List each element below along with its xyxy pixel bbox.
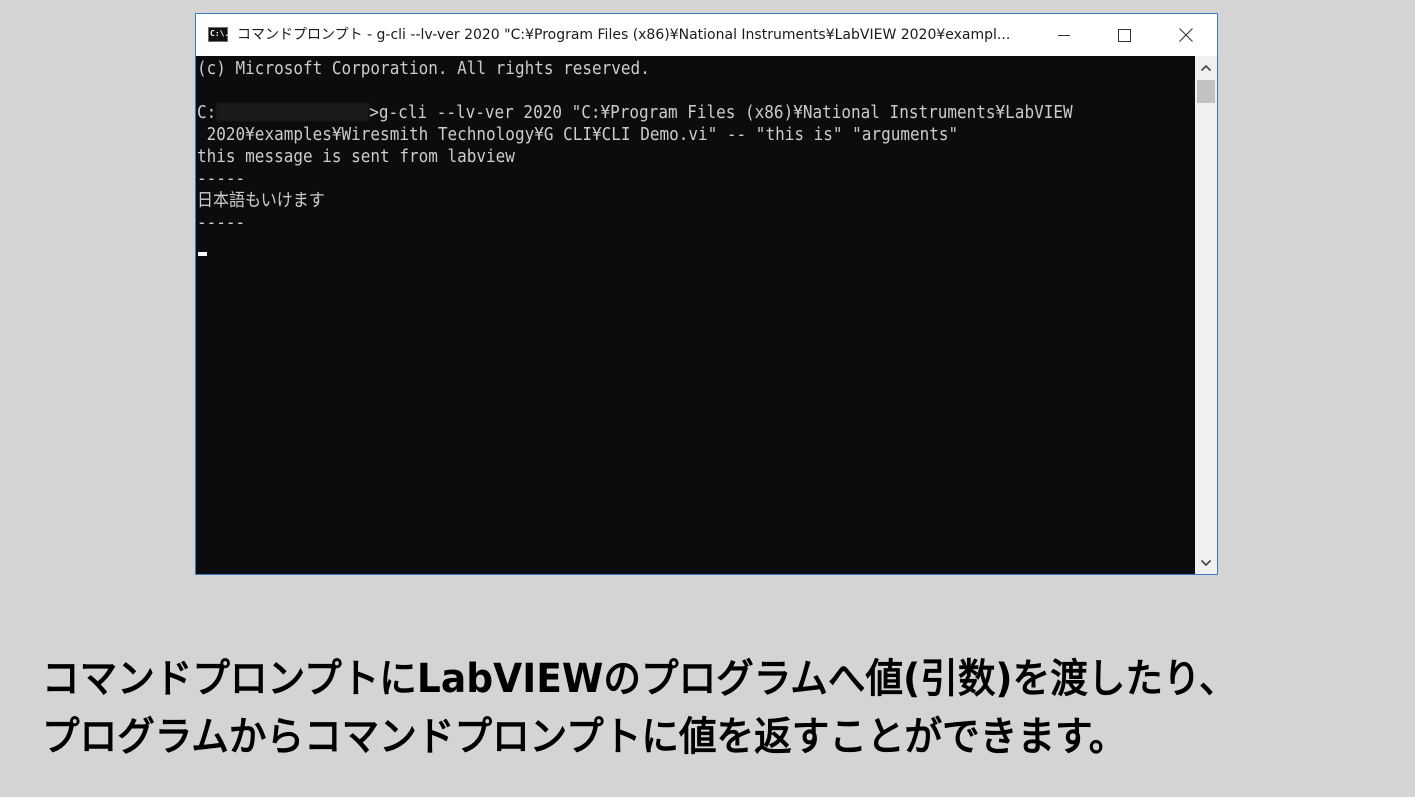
console-line-separator: ----- bbox=[197, 168, 246, 189]
close-icon bbox=[1179, 28, 1193, 42]
command-text: >g-cli --lv-ver 2020 "C:¥Program Files (… bbox=[369, 102, 1073, 123]
console-line-command: C: >g-cli --lv-ver 2020 "C:¥Program Files… bbox=[197, 102, 1073, 124]
caption-line-1: コマンドプロンプトにLabVIEWのプログラムへ値(引数)を渡したり、 bbox=[42, 656, 1237, 702]
console-line-copyright: (c) Microsoft Corporation. All rights re… bbox=[197, 58, 650, 79]
minimize-button[interactable] bbox=[1041, 14, 1087, 56]
vertical-scrollbar[interactable] bbox=[1195, 56, 1217, 574]
command-prompt-icon-label: C:\. bbox=[210, 29, 230, 38]
caption-text: コマンドプロンプトにLabVIEWのプログラムへ値(引数)を渡したり、 プログラ… bbox=[42, 650, 1382, 766]
scroll-down-button[interactable] bbox=[1195, 553, 1217, 573]
chevron-down-icon bbox=[1200, 559, 1212, 567]
console-line-command-continued: 2020¥examples¥Wiresmith Technology¥G CLI… bbox=[197, 124, 959, 145]
redacted-path bbox=[216, 103, 370, 121]
command-prompt-window[interactable]: C:\. コマンドプロンプト - g-cli --lv-ver 2020 "C:… bbox=[195, 13, 1218, 575]
caption-line-2: プログラムからコマンドプロンプトに値を返すことができます。 bbox=[42, 714, 1127, 760]
chevron-up-icon bbox=[1200, 64, 1212, 72]
console-line-separator: ----- bbox=[197, 212, 246, 233]
prompt-prefix: C: bbox=[197, 102, 217, 123]
close-button[interactable] bbox=[1163, 14, 1209, 56]
scrollbar-thumb[interactable] bbox=[1197, 80, 1215, 103]
title-bar[interactable]: C:\. コマンドプロンプト - g-cli --lv-ver 2020 "C:… bbox=[196, 14, 1217, 56]
minimize-icon bbox=[1058, 35, 1070, 36]
scroll-up-button[interactable] bbox=[1195, 58, 1217, 78]
command-prompt-icon[interactable]: C:\. bbox=[208, 27, 230, 42]
maximize-icon bbox=[1118, 29, 1131, 42]
text-cursor bbox=[198, 252, 207, 256]
console-output[interactable]: (c) Microsoft Corporation. All rights re… bbox=[196, 56, 1195, 574]
maximize-button[interactable] bbox=[1101, 14, 1147, 56]
console-line-japanese: 日本語もいけます bbox=[197, 190, 325, 211]
window-title: コマンドプロンプト - g-cli --lv-ver 2020 "C:¥Prog… bbox=[237, 27, 1011, 43]
console-line-message: this message is sent from labview bbox=[197, 146, 515, 167]
